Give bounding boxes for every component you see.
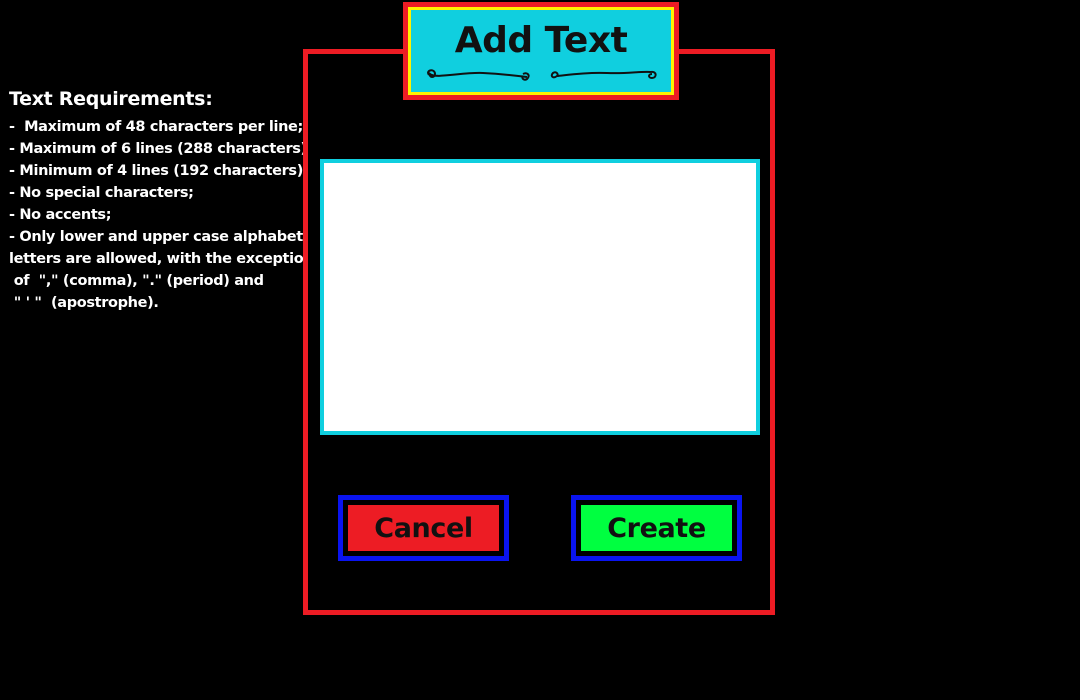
requirement-line: - No accents; bbox=[9, 207, 112, 223]
cancel-button[interactable]: Cancel bbox=[346, 503, 501, 553]
dialog-title: Add Text bbox=[454, 20, 628, 61]
scroll-flourish-icon bbox=[427, 69, 530, 81]
dialog-title-inner: Add Text bbox=[408, 7, 674, 95]
text-input-area[interactable] bbox=[320, 159, 760, 435]
scroll-flourish-icon bbox=[550, 70, 657, 80]
requirement-line: - No special characters; bbox=[9, 185, 194, 201]
create-button-frame: Create bbox=[571, 495, 742, 561]
requirement-line: - Maximum of 48 characters per line; bbox=[9, 119, 303, 135]
requirement-line: of "," (comma), "." (period) and bbox=[9, 273, 264, 289]
dialog-title-banner: Add Text bbox=[403, 2, 679, 100]
create-button[interactable]: Create bbox=[579, 503, 734, 553]
requirement-line: - Maximum of 6 lines (288 characters); bbox=[9, 141, 313, 157]
requirement-line: - Only lower and upper case alphabet bbox=[9, 229, 303, 245]
requirements-title: Text Requirements: bbox=[9, 88, 213, 110]
cancel-button-frame: Cancel bbox=[338, 495, 509, 561]
requirement-line: " ' " (apostrophe). bbox=[9, 295, 159, 311]
requirement-line: - Minimum of 4 lines (192 characters); bbox=[9, 163, 309, 179]
text-requirements-panel: Text Requirements: - Maximum of 48 chara… bbox=[9, 86, 314, 314]
requirement-line: letters are allowed, with the exception bbox=[9, 251, 314, 267]
